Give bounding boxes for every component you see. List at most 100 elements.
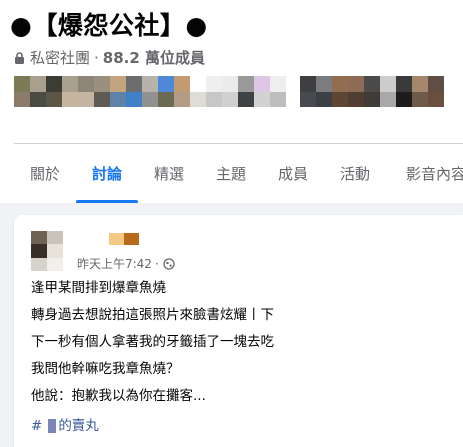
post-time[interactable]: 昨天上午7:42 [77,255,152,272]
member-avatar[interactable] [348,76,364,107]
tab-0[interactable]: 關於 [14,144,76,203]
avatar-pixel [47,257,63,271]
member-avatar[interactable] [78,76,94,107]
avatar-pixel [158,91,174,107]
member-avatar[interactable] [396,76,412,107]
avatar-pixel [300,76,316,92]
avatar-pixel [46,91,62,107]
avatar-pixel [348,76,364,92]
post-hashtag[interactable]: # 的賣丸 [31,417,99,435]
member-avatar[interactable] [158,76,174,107]
avatar-pixel [300,91,316,107]
lock-icon [15,51,24,64]
tab-3[interactable]: 主題 [200,144,262,203]
group-meta: 私密社團 · 88.2 萬位成員 [14,47,205,68]
member-avatar[interactable] [190,76,206,107]
avatar-pixel [428,91,444,107]
member-avatar[interactable] [62,76,78,107]
tab-1[interactable]: 討論 [76,144,138,203]
tab-6[interactable]: 影音內容 [386,144,463,203]
avatar-pixel [174,91,190,107]
member-avatar[interactable] [332,76,348,107]
member-avatar[interactable] [30,76,46,107]
privacy-label[interactable]: 私密社團 [30,47,90,68]
avatar-pixel [412,76,428,92]
avatar-pixel [254,91,270,107]
avatar-pixel [142,76,158,92]
avatar-pixel [316,76,332,92]
avatar-pixel [222,76,238,92]
member-avatar[interactable] [46,76,62,107]
avatar-pixel [30,91,46,107]
member-avatar[interactable] [380,76,396,107]
avatar-pixel [380,91,396,107]
member-avatars-strip[interactable] [14,76,444,107]
author-avatar[interactable] [31,231,63,271]
avatar-pixel [142,91,158,107]
avatar-pixel [174,76,190,92]
avatar-pixel [206,76,222,92]
avatar-pixel [222,91,238,107]
member-avatar[interactable] [110,76,126,107]
member-avatar[interactable] [254,76,270,107]
member-avatar[interactable] [300,76,316,107]
author-name[interactable] [109,233,139,245]
avatar-pixel [348,91,364,107]
group-header: ●【爆怨公社】● 私密社團 · 88.2 萬位成員 關於 討論 精選 主題 成員 活動 影音… [0,0,463,203]
meta-separator: · [94,48,99,67]
member-avatar[interactable] [142,76,158,107]
avatar-pixel [206,91,222,107]
avatar-pixel [110,76,126,92]
avatar-pixel [31,257,47,271]
avatar-pixel [94,76,110,92]
member-avatar[interactable] [206,76,222,107]
post-text-line: 下一秒有個人拿著我的牙籤插了一塊去吃 [31,334,274,350]
group-title[interactable]: ●【爆怨公社】● [10,6,208,42]
avatar-pixel [254,76,270,92]
avatar-pixel [126,76,142,92]
avatar-pixel [364,91,380,107]
member-avatar[interactable] [412,76,428,107]
avatar-pixel [46,76,62,92]
member-avatar[interactable] [126,76,142,107]
avatar-pixel [316,91,332,107]
member-avatar[interactable] [428,76,444,107]
avatar-pixel [380,76,396,92]
hashtag-text: 的賣丸 [58,418,99,434]
hashtag-symbol: # [31,418,43,434]
member-avatar[interactable] [174,76,190,107]
avatar-pixel [14,91,30,107]
avatar-pixel [62,76,78,92]
audience-globe-icon[interactable] [163,257,175,270]
avatar-pixel [190,76,206,92]
member-avatar[interactable] [222,76,238,107]
avatar-pixel [14,76,30,92]
member-avatar[interactable] [238,76,254,107]
avatar-pixel [30,76,46,92]
avatar-strip-gap [286,76,300,107]
member-avatar[interactable] [94,76,110,107]
avatar-pixel [396,91,412,107]
avatar-pixel [270,76,286,92]
post-meta: 昨天上午7:42 · [77,255,175,272]
tab-4[interactable]: 成員 [262,144,324,203]
avatar-pixel [332,76,348,92]
member-avatar[interactable] [270,76,286,107]
member-avatar[interactable] [316,76,332,107]
member-count[interactable]: 88.2 萬位成員 [103,47,205,68]
avatar-pixel [78,91,94,107]
avatar-pixel [110,91,126,107]
avatar-pixel [190,91,206,107]
tab-5[interactable]: 活動 [324,144,386,203]
post-body: 逢甲某間排到爆章魚燒 轉身過去想說拍這張照片來臉書炫耀丨下 下一秒有個人拿著我的牙籤… [31,279,451,414]
member-avatar[interactable] [364,76,380,107]
post-text-line: 轉身過去想說拍這張照片來臉書炫耀丨下 [31,307,274,323]
post-text-line: 我問他幹嘛吃我章魚燒？ [31,361,180,377]
avatar-pixel [94,91,110,107]
post-card: 昨天上午7:42 · 逢甲某間排到爆章魚燒 轉身過去想說拍這張照片來臉書炫耀丨下下… [14,215,463,447]
member-avatar[interactable] [14,76,30,107]
tab-2[interactable]: 精選 [138,144,200,203]
avatar-pixel [396,76,412,92]
avatar-pixel [47,244,63,258]
avatar-pixel [428,76,444,92]
